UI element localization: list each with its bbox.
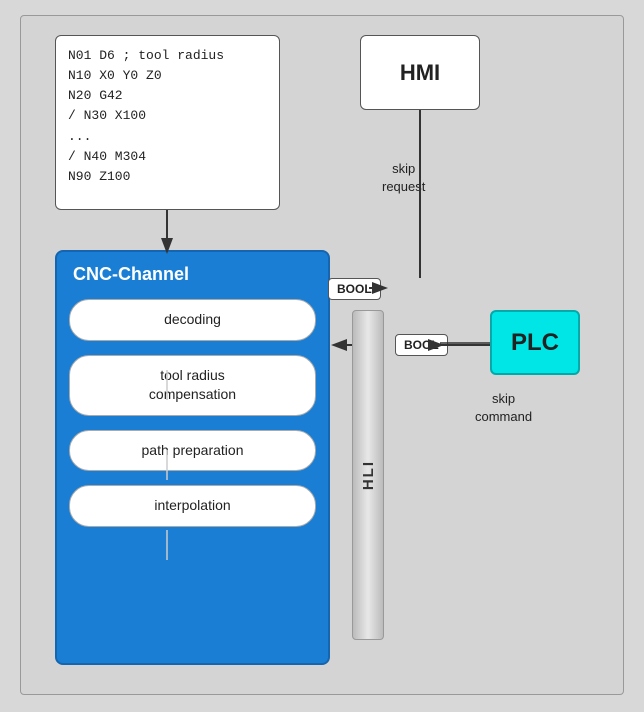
interpolation-box: interpolation: [69, 485, 316, 527]
code-line-5: ...: [68, 129, 91, 144]
path-preparation-label: path preparation: [142, 442, 244, 458]
cnc-channel-title: CNC-Channel: [69, 264, 316, 285]
code-line-1: N01 D6 ; tool radius: [68, 48, 224, 63]
hli-bar: HLI: [352, 310, 384, 640]
bool-box-top: BOOL: [328, 278, 381, 300]
bool-box-right: BOOL: [395, 334, 448, 356]
cnc-channel-box: CNC-Channel decoding tool radiuscompensa…: [55, 250, 330, 665]
plc-label: PLC: [511, 329, 559, 357]
code-line-6: / N40 M304: [68, 149, 146, 164]
skip-request-label: skiprequest: [382, 160, 425, 196]
code-block: N01 D6 ; tool radius N10 X0 Y0 Z0 N20 G4…: [55, 35, 280, 210]
hmi-label: HMI: [400, 60, 440, 86]
code-line-2: N10 X0 Y0 Z0: [68, 68, 162, 83]
code-line-7: N90 Z100: [68, 169, 130, 184]
tool-radius-compensation-box: tool radiuscompensation: [69, 355, 316, 416]
interpolation-label: interpolation: [154, 497, 230, 513]
hli-label: HLI: [360, 460, 377, 490]
skip-command-label: skipcommand: [475, 390, 532, 426]
bool-label-top: BOOL: [337, 282, 372, 296]
plc-box: PLC: [490, 310, 580, 375]
path-preparation-box: path preparation: [69, 430, 316, 472]
decoding-label: decoding: [164, 311, 221, 327]
decoding-box: decoding: [69, 299, 316, 341]
code-line-3: N20 G42: [68, 88, 123, 103]
code-line-4: / N30 X100: [68, 108, 146, 123]
bool-label-right: BOOL: [404, 338, 439, 352]
hmi-box: HMI: [360, 35, 480, 110]
tool-radius-compensation-label: tool radiuscompensation: [149, 367, 236, 403]
